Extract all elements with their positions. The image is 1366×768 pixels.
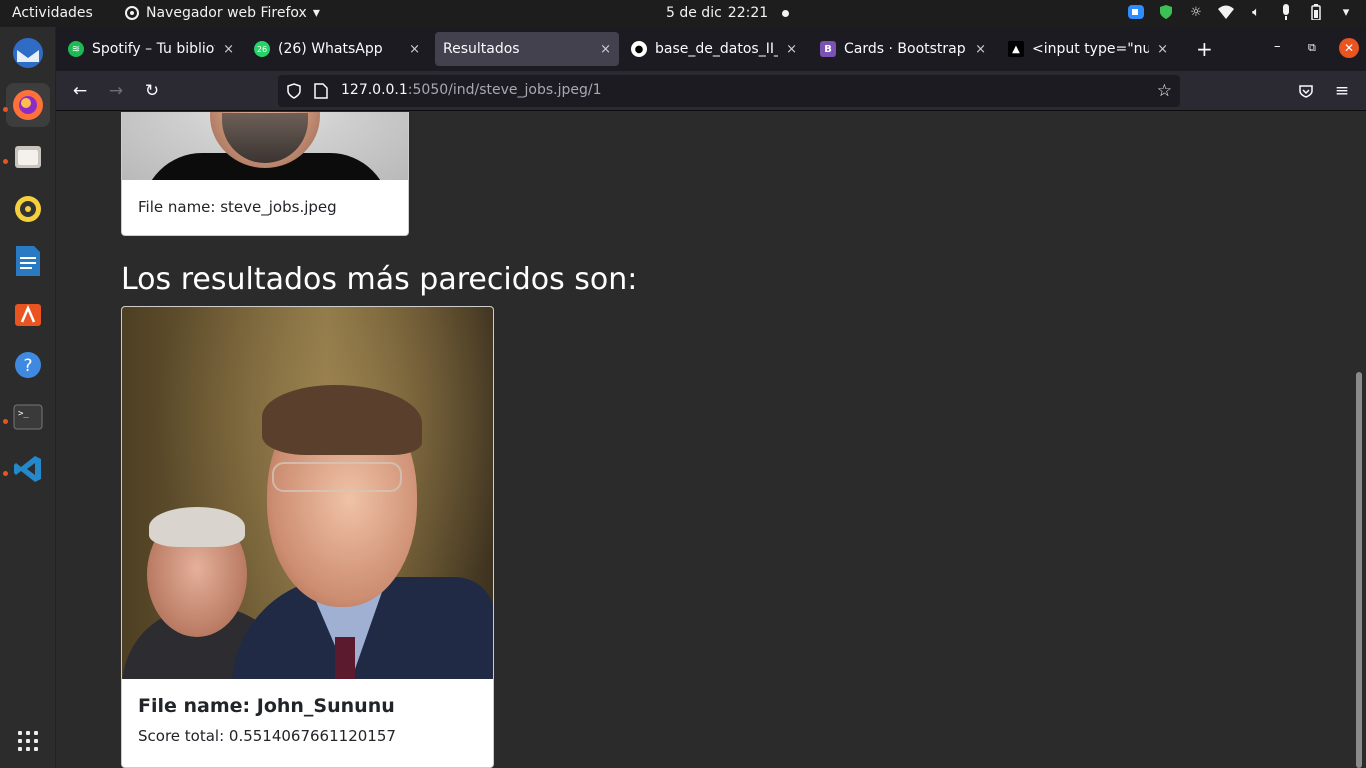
page-content: File name: steve_jobs.jpeg Los resultado…: [56, 112, 1352, 768]
tab-title: base_de_datos_II_p: [655, 41, 779, 57]
spotify-icon: ≋: [68, 41, 84, 57]
help-icon[interactable]: ?: [6, 343, 50, 387]
running-indicator: [3, 159, 8, 164]
query-image: [122, 112, 408, 180]
firefox-icon[interactable]: [6, 83, 50, 127]
tab-title: Resultados: [443, 41, 520, 57]
tab-mdn[interactable]: ▲ <input type="numb ×: [1000, 32, 1176, 66]
result-file-name: File name: John_Sununu: [138, 695, 395, 717]
query-file-name: File name: steve_jobs.jpeg: [138, 198, 337, 216]
close-icon[interactable]: ×: [786, 42, 797, 57]
date-label: 5 de dic: [666, 5, 722, 21]
tab-bar: ≋ Spotify – Tu bibliote × 26 (26) WhatsA…: [56, 27, 1366, 71]
back-button[interactable]: ←: [68, 79, 92, 103]
vscode-icon[interactable]: [6, 447, 50, 491]
firefox-app-icon: [125, 6, 139, 20]
tab-spotify[interactable]: ≋ Spotify – Tu bibliote ×: [60, 32, 242, 66]
query-image-card: File name: steve_jobs.jpeg: [121, 112, 409, 236]
software-center-icon[interactable]: [6, 291, 50, 335]
tab-title: Cards · Bootstrap v5: [844, 41, 967, 57]
navigation-toolbar: ← → ↻ 127.0.0.1:5050/ind/steve_jobs.jpeg…: [56, 71, 1366, 111]
address-bar[interactable]: 127.0.0.1:5050/ind/steve_jobs.jpeg/1 ☆: [278, 75, 1180, 107]
github-icon: ●: [631, 41, 647, 57]
brightness-icon[interactable]: ☼: [1188, 4, 1204, 20]
vertical-scrollbar[interactable]: [1352, 112, 1366, 768]
files-icon[interactable]: [6, 135, 50, 179]
reload-button[interactable]: ↻: [140, 79, 164, 103]
tab-title: (26) WhatsApp: [278, 41, 383, 57]
result-card: File name: John_Sununu Score total: 0.55…: [121, 306, 494, 768]
dock: ? >_: [0, 27, 56, 768]
activities-button[interactable]: Actividades: [12, 5, 93, 21]
url-path: :5050/ind/steve_jobs.jpeg/1: [407, 82, 602, 98]
tab-bootstrap[interactable]: B Cards · Bootstrap v5 ×: [812, 32, 994, 66]
chevron-down-icon[interactable]: ▾: [1338, 4, 1354, 20]
mdn-icon: ▲: [1008, 41, 1024, 57]
time-label: 22:21: [727, 5, 769, 21]
system-tray[interactable]: ☼ 🔈︎ ▾: [1128, 4, 1354, 20]
close-icon[interactable]: ×: [975, 42, 986, 57]
close-icon[interactable]: ×: [409, 42, 420, 57]
battery-icon[interactable]: [1308, 4, 1324, 20]
terminal-icon[interactable]: >_: [6, 395, 50, 439]
restore-button[interactable]: ⧉: [1308, 41, 1316, 55]
result-score: Score total: 0.5514067661120157: [138, 727, 396, 745]
app-menu-label: Navegador web Firefox: [146, 5, 307, 21]
chevron-down-icon: ▾: [312, 5, 320, 21]
whatsapp-icon: 26: [254, 41, 270, 57]
result-image: [122, 307, 493, 679]
url-host: 127.0.0.1: [341, 82, 408, 98]
tab-title: Spotify – Tu bibliote: [92, 41, 216, 57]
running-indicator: [3, 107, 8, 112]
scrollbar-thumb[interactable]: [1356, 372, 1362, 768]
tab-resultados[interactable]: Resultados ×: [435, 32, 619, 66]
tab-title: <input type="numb: [1032, 41, 1150, 57]
shield-update-icon[interactable]: [1158, 4, 1174, 20]
bootstrap-icon: B: [820, 41, 836, 57]
results-heading: Los resultados más parecidos son:: [121, 262, 638, 297]
window-close-button[interactable]: ✕: [1339, 38, 1359, 58]
clock[interactable]: 5 de dic 22:21: [666, 5, 790, 21]
app-menu[interactable]: Navegador web Firefox ▾: [124, 5, 320, 21]
microphone-icon[interactable]: [1278, 4, 1294, 20]
wifi-icon[interactable]: [1218, 4, 1234, 20]
volume-icon[interactable]: 🔈︎: [1248, 4, 1264, 20]
tracking-protection-icon[interactable]: [286, 83, 302, 99]
show-applications-icon[interactable]: [18, 731, 38, 751]
bookmark-star-icon[interactable]: ☆: [1157, 81, 1172, 101]
close-icon[interactable]: ×: [1157, 42, 1168, 57]
pocket-icon[interactable]: [1294, 79, 1318, 103]
zoom-icon[interactable]: [1128, 4, 1144, 20]
notification-dot-icon: [782, 9, 790, 17]
running-indicator: [3, 419, 8, 424]
thunderbird-icon[interactable]: [6, 31, 50, 75]
card-body: File name: John_Sununu Score total: 0.55…: [122, 679, 493, 761]
url-text[interactable]: 127.0.0.1:5050/ind/steve_jobs.jpeg/1: [341, 82, 602, 98]
close-icon[interactable]: ×: [223, 42, 234, 57]
page-info-icon[interactable]: [314, 83, 328, 99]
rhythmbox-icon[interactable]: [6, 187, 50, 231]
close-icon[interactable]: ×: [600, 42, 611, 57]
forward-button[interactable]: →: [104, 79, 128, 103]
svg-text:?: ?: [23, 356, 32, 376]
svg-text:>_: >_: [18, 409, 29, 419]
minimize-button[interactable]: –: [1274, 39, 1281, 54]
new-tab-button[interactable]: +: [1196, 37, 1213, 61]
system-top-bar: Actividades Navegador web Firefox ▾ 5 de…: [0, 0, 1366, 27]
tab-whatsapp[interactable]: 26 (26) WhatsApp ×: [246, 32, 428, 66]
running-indicator: [3, 471, 8, 476]
card-body: File name: steve_jobs.jpeg: [122, 180, 408, 234]
hamburger-menu-icon[interactable]: ≡: [1330, 79, 1354, 103]
libreoffice-writer-icon[interactable]: [6, 239, 50, 283]
tab-github[interactable]: ● base_de_datos_II_p ×: [623, 32, 805, 66]
